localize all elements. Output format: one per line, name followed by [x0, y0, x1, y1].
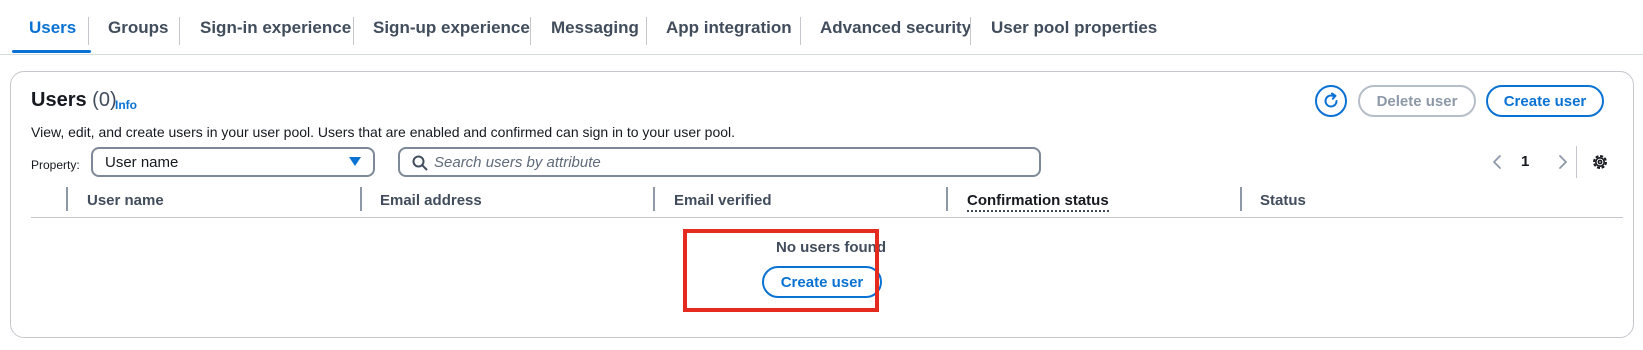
column-header-status[interactable]: Status [1260, 192, 1306, 209]
next-page-button[interactable] [1553, 151, 1573, 173]
panel-description: View, edit, and create users in your use… [31, 124, 736, 140]
refresh-button[interactable] [1315, 85, 1347, 117]
tab-sign-in-experience[interactable]: Sign-in experience [200, 18, 351, 46]
tab-groups[interactable]: Groups [108, 18, 168, 46]
previous-page-button[interactable] [1487, 151, 1507, 173]
table-settings-button[interactable] [1589, 151, 1611, 173]
refresh-icon [1324, 92, 1338, 108]
column-divider[interactable] [66, 187, 68, 211]
tab-messaging[interactable]: Messaging [551, 18, 639, 46]
property-label: Property: [31, 158, 80, 172]
tab-user-pool-properties[interactable]: User pool properties [991, 18, 1157, 46]
property-select[interactable]: User name [91, 147, 375, 177]
chevron-right-icon [1559, 155, 1567, 169]
search-placeholder: Search users by attribute [434, 153, 601, 171]
active-tab-indicator [12, 50, 91, 53]
create-user-button[interactable]: Create user [1486, 85, 1604, 117]
current-page-number[interactable]: 1 [1521, 153, 1529, 170]
caret-down-icon [349, 157, 361, 166]
column-divider[interactable] [946, 187, 948, 211]
gear-icon [1593, 155, 1607, 169]
tab-divider [800, 17, 801, 45]
tab-app-integration[interactable]: App integration [666, 18, 792, 46]
tab-divider [88, 17, 89, 45]
column-header-user-name[interactable]: User name [87, 192, 164, 209]
table-header-divider [31, 217, 1623, 218]
empty-state-create-user-button[interactable]: Create user [762, 266, 882, 298]
tab-users[interactable]: Users [29, 18, 76, 46]
user-count: (0) [92, 89, 117, 111]
pagination-divider [1576, 146, 1577, 178]
chevron-left-icon [1493, 155, 1501, 169]
panel-title: Users (0) [31, 89, 117, 112]
users-panel: Users (0) Info View, edit, and create us… [10, 71, 1634, 338]
tab-divider [530, 17, 531, 45]
column-divider[interactable] [1240, 187, 1242, 211]
tab-advanced-security[interactable]: Advanced security [820, 18, 971, 46]
tab-bar: Users Groups Sign-in experience Sign-up … [0, 0, 1643, 55]
panel-title-text: Users [31, 89, 87, 111]
column-header-confirmation-status[interactable]: Confirmation status [967, 192, 1109, 212]
tab-sign-up-experience[interactable]: Sign-up experience [373, 18, 530, 46]
tab-divider [970, 17, 971, 45]
property-select-value: User name [105, 153, 179, 171]
info-link[interactable]: Info [115, 98, 137, 112]
column-divider[interactable] [360, 187, 362, 211]
search-input[interactable]: Search users by attribute [398, 147, 1041, 177]
delete-user-button[interactable]: Delete user [1358, 85, 1476, 117]
column-header-email-verified[interactable]: Email verified [674, 192, 772, 209]
tab-divider [353, 17, 354, 45]
search-icon [412, 155, 428, 171]
column-header-email-address[interactable]: Email address [380, 192, 482, 209]
tab-divider [646, 17, 647, 45]
empty-state-title: No users found [775, 239, 886, 256]
tab-divider [179, 17, 180, 45]
column-divider[interactable] [653, 187, 655, 211]
